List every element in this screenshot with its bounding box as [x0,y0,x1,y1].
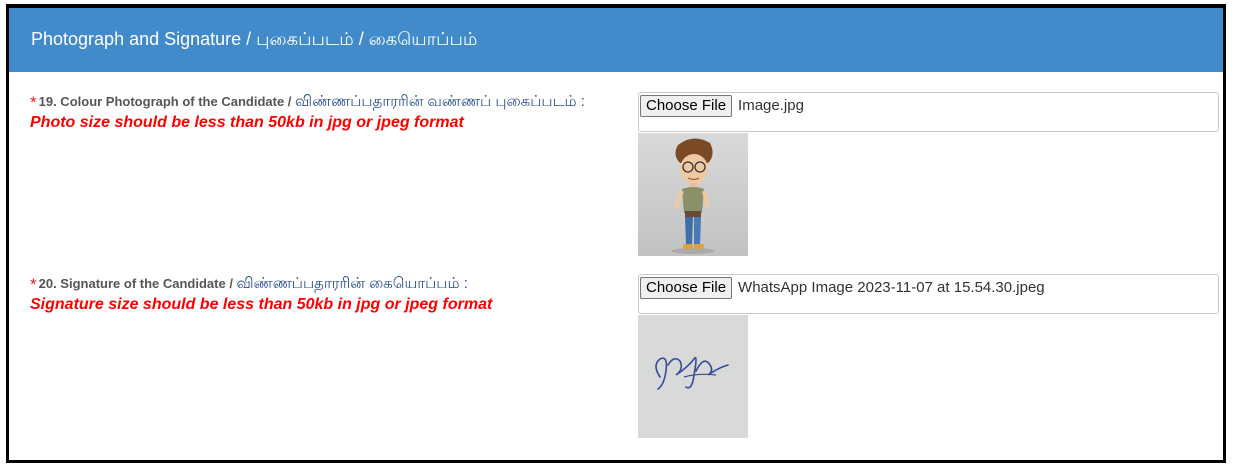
photo-file-name: Image.jpg [738,97,804,114]
signature-file-name: WhatsApp Image 2023-11-07 at 15.54.30.jp… [738,279,1045,296]
signature-label-group: * 20. Signature of the Candidate / விண்ணப… [30,274,590,314]
signature-file-input[interactable]: Choose File WhatsApp Image 2023-11-07 at… [638,274,1219,314]
panel-header: Photograph and Signature / புகைப்படம் / … [9,8,1223,72]
photo-choose-file-button[interactable]: Choose File [640,95,733,117]
photo-upload-group: Choose File Image.jpg [638,92,1219,256]
required-asterisk: * [30,93,37,112]
signature-choose-file-button[interactable]: Choose File [640,277,733,299]
photo-label-english: 19. Colour Photograph of the Candidate / [38,94,296,109]
cartoon-photo-icon [638,133,748,256]
signature-upload-group: Choose File WhatsApp Image 2023-11-07 at… [638,274,1219,438]
photo-label-group: * 19. Colour Photograph of the Candidate … [30,92,590,132]
signature-icon [638,315,748,438]
panel-title: Photograph and Signature / புகைப்படம் / … [31,28,478,49]
photo-size-hint: Photo size should be less than 50kb in j… [30,114,464,131]
photo-file-input[interactable]: Choose File Image.jpg [638,92,1219,132]
required-asterisk: * [30,275,37,294]
photo-signature-panel: Photograph and Signature / புகைப்படம் / … [6,4,1226,463]
photo-label-tamil: விண்ணப்பதாரரின் வண்ணப் புகைப்படம் : [295,93,585,110]
signature-size-hint: Signature size should be less than 50kb … [30,296,493,313]
signature-label-english: 20. Signature of the Candidate / [38,276,237,291]
signature-label-tamil: விண்ணப்பதாரரின் கையொப்பம் : [236,275,468,292]
